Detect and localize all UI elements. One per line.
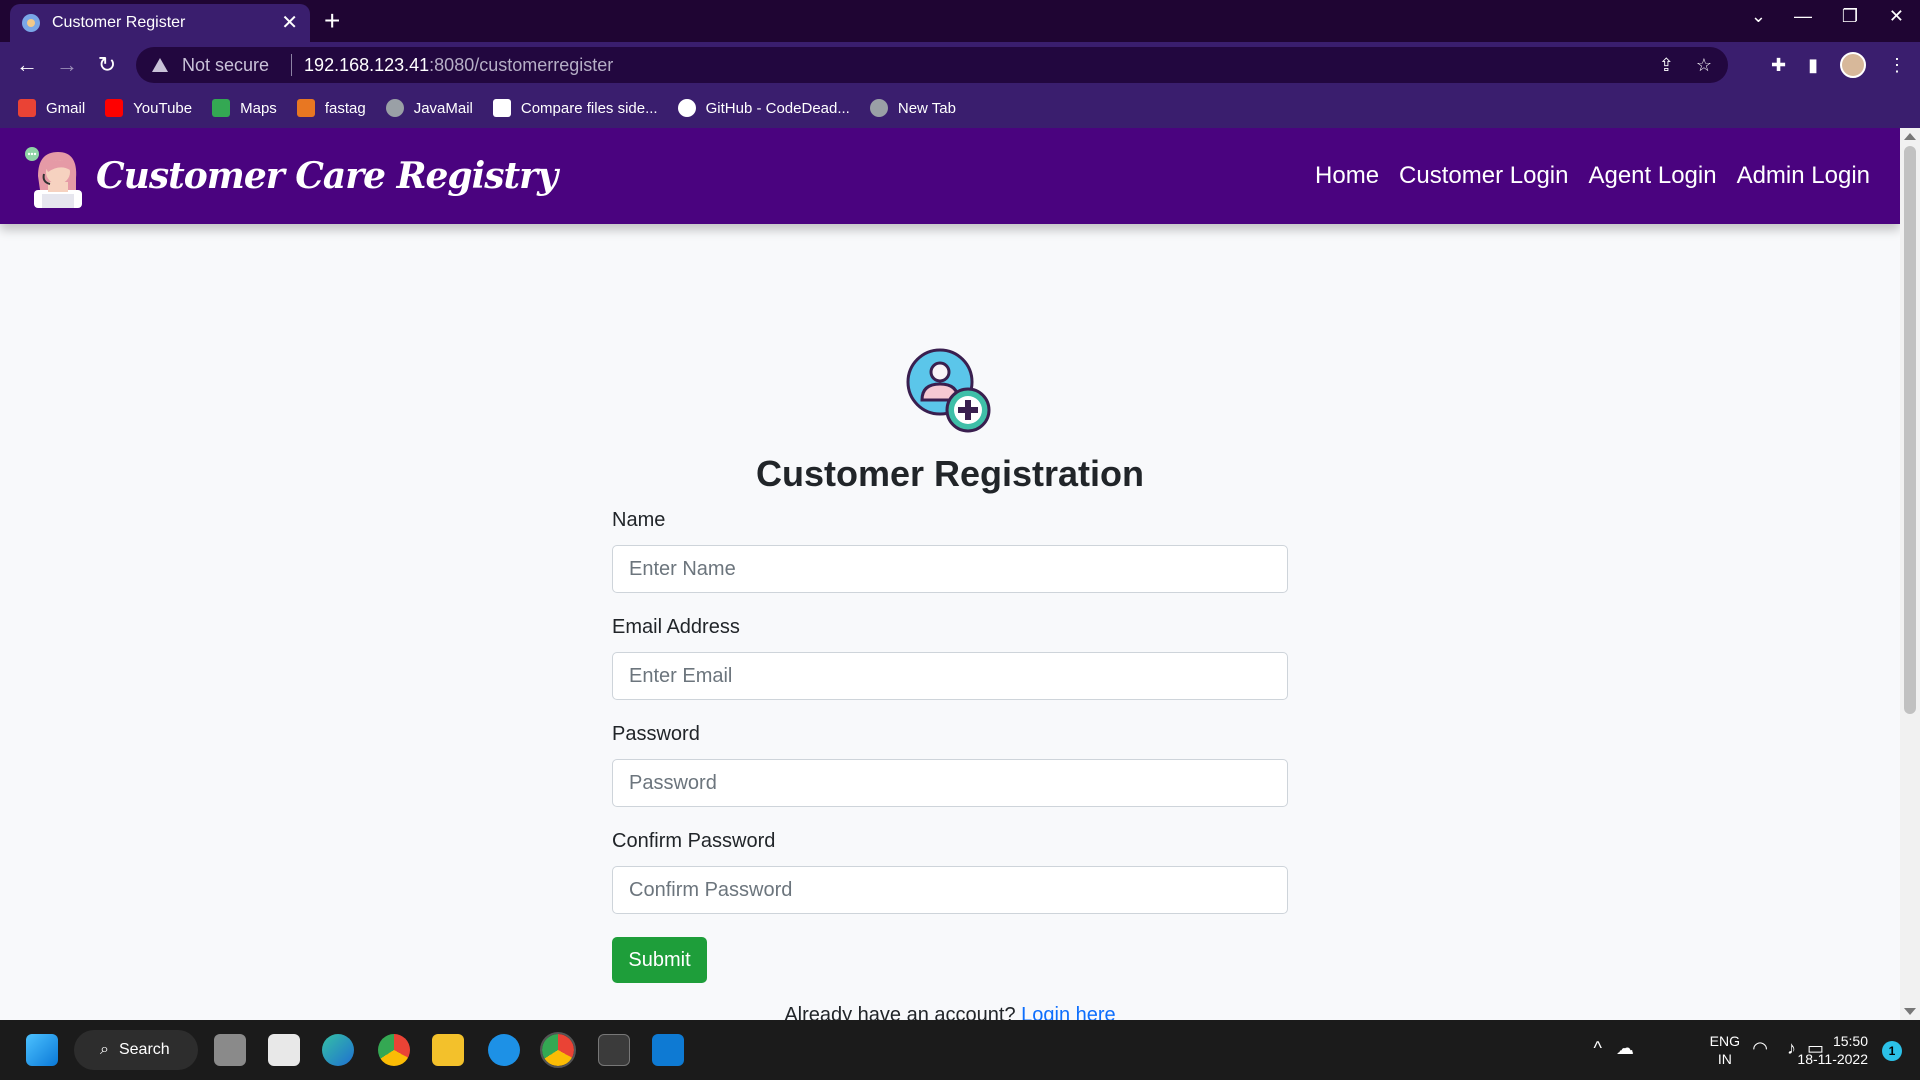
brand[interactable]: Customer Care Registry (20, 142, 558, 210)
warning-triangle-icon (152, 58, 168, 72)
brand-title: Customer Care Registry (96, 155, 558, 197)
vscode-icon[interactable] (652, 1034, 684, 1066)
login-prompt: Already have an account? Login here (612, 1004, 1288, 1020)
site-navbar: Customer Care Registry Home Customer Log… (0, 128, 1900, 224)
customer-care-agent-icon (25, 147, 82, 208)
minimize-icon[interactable]: — (1794, 6, 1812, 27)
restore-icon[interactable]: ❐ (1842, 6, 1858, 27)
docker-icon[interactable] (488, 1034, 520, 1066)
page-viewport: Customer Care Registry Home Customer Log… (0, 128, 1900, 1020)
globe-icon (385, 99, 404, 117)
login-here-link[interactable]: Login here (1021, 1004, 1116, 1020)
address-bar[interactable]: Not secure 192.168.123.41 :8080/customer… (136, 47, 1728, 83)
nav-agent-login[interactable]: Agent Login (1588, 162, 1716, 190)
bookmarks-bar: Gmail YouTube Maps fastag JavaMail Compa… (0, 88, 1920, 128)
windows-start-icon[interactable] (26, 1034, 58, 1066)
bookmark-youtube[interactable]: YouTube (105, 99, 192, 117)
bookmark-new-tab[interactable]: New Tab (869, 99, 956, 117)
submit-button[interactable]: Submit (612, 937, 707, 983)
tab-favicon-icon (22, 14, 40, 32)
back-arrow-icon[interactable]: ← (12, 50, 42, 80)
bookmark-github[interactable]: GitHub - CodeDead... (677, 99, 850, 117)
system-tray: ^ ☁ ENG IN ◠ ♪ ▭ 15:50 18-11-2022 1 (1560, 1020, 1920, 1080)
forward-arrow-icon[interactable]: → (52, 50, 82, 80)
browser-titlebar: Customer Register ✕ + ⌄ — ❐ ✕ (0, 0, 1920, 42)
clock-time: 15:50 (1832, 1033, 1868, 1049)
clock[interactable]: 15:50 18-11-2022 (1797, 1032, 1868, 1068)
name-label: Name (612, 509, 666, 531)
tab-title: Customer Register (52, 14, 186, 31)
terminal-icon[interactable] (598, 1034, 630, 1066)
tab-close-icon[interactable]: ✕ (281, 13, 298, 33)
youtube-icon (105, 99, 124, 117)
gmail-icon (18, 99, 36, 117)
nav-admin-login[interactable]: Admin Login (1737, 162, 1870, 190)
scrollbar-thumb[interactable] (1904, 146, 1916, 714)
confirm-password-input[interactable] (612, 866, 1288, 914)
email-label: Email Address (612, 616, 740, 638)
url-host: 192.168.123.41 (304, 54, 430, 75)
name-input[interactable] (612, 545, 1288, 593)
browser-tab-active[interactable]: Customer Register ✕ (10, 4, 310, 42)
onedrive-icon[interactable]: ☁ (1616, 1038, 1634, 1059)
bookmark-maps[interactable]: Maps (212, 99, 277, 117)
browser-menu-icon[interactable]: ⋮ (1888, 55, 1906, 76)
github-icon (677, 99, 696, 117)
confirm-password-label: Confirm Password (612, 830, 776, 852)
bookmark-compare-files[interactable]: Compare files side... (492, 99, 658, 117)
fastag-icon (296, 99, 315, 117)
language-indicator[interactable]: ENG IN (1710, 1032, 1740, 1068)
wifi-icon[interactable]: ◠ (1752, 1038, 1768, 1059)
diffchecker-icon (492, 99, 511, 117)
profile-avatar[interactable] (1840, 52, 1866, 78)
url-path: :8080/customerregister (429, 54, 614, 75)
password-input[interactable] (612, 759, 1288, 807)
bookmark-fastag[interactable]: fastag (296, 99, 366, 117)
nav-home[interactable]: Home (1315, 162, 1379, 190)
close-window-icon[interactable]: ✕ (1889, 6, 1904, 27)
notification-badge[interactable]: 1 (1882, 1041, 1902, 1061)
nav-links: Home Customer Login Agent Login Admin Lo… (1315, 162, 1870, 190)
bookmark-javamail[interactable]: JavaMail (385, 99, 473, 117)
edge-icon[interactable] (322, 1034, 354, 1066)
chrome-icon[interactable] (378, 1034, 410, 1066)
bookmark-star-icon[interactable]: ☆ (1696, 55, 1712, 76)
address-separator (291, 54, 293, 76)
maps-icon (212, 99, 231, 117)
globe-icon (869, 99, 888, 117)
taskbar-search[interactable]: ⌕ Search (74, 1030, 198, 1070)
task-view-icon[interactable] (214, 1034, 246, 1066)
chrome-profile-icon[interactable] (540, 1032, 576, 1068)
security-label[interactable]: Not secure (182, 55, 269, 76)
tab-search-chevron-icon[interactable]: ⌄ (1751, 6, 1766, 27)
scroll-down-icon[interactable] (1904, 1008, 1916, 1015)
file-explorer-icon[interactable] (432, 1034, 464, 1066)
search-label: Search (118, 1041, 170, 1058)
volume-icon[interactable]: ♪ (1787, 1038, 1796, 1059)
bookmark-gmail[interactable]: Gmail (18, 99, 85, 117)
side-panel-icon[interactable]: ▮ (1808, 55, 1818, 76)
page-title: Customer Registration (755, 453, 1145, 494)
windows-taskbar: ⌕ Search ^ ☁ ENG IN ◠ ♪ ▭ 15:50 18-11-20… (0, 1020, 1920, 1080)
show-hidden-icons-chevron-icon[interactable]: ^ (1594, 1038, 1602, 1059)
reload-icon[interactable]: ↻ (92, 50, 122, 80)
microsoft-store-icon[interactable] (268, 1034, 300, 1066)
search-icon: ⌕ (100, 1041, 109, 1058)
extensions-puzzle-icon[interactable]: ✚ (1771, 55, 1786, 76)
scroll-up-icon[interactable] (1904, 133, 1916, 140)
password-label: Password (612, 723, 700, 745)
add-user-icon (906, 348, 991, 433)
browser-toolbar: ← → ↻ Not secure 192.168.123.41 :8080/cu… (0, 42, 1920, 88)
page-scrollbar[interactable] (1900, 128, 1920, 1020)
email-input[interactable] (612, 652, 1288, 700)
clock-date: 18-11-2022 (1797, 1051, 1868, 1067)
already-have-account-text: Already have an account? (784, 1004, 1016, 1020)
nav-customer-login[interactable]: Customer Login (1399, 162, 1568, 190)
share-icon[interactable]: ⇪ (1659, 55, 1674, 76)
new-tab-button[interactable]: + (324, 6, 340, 36)
